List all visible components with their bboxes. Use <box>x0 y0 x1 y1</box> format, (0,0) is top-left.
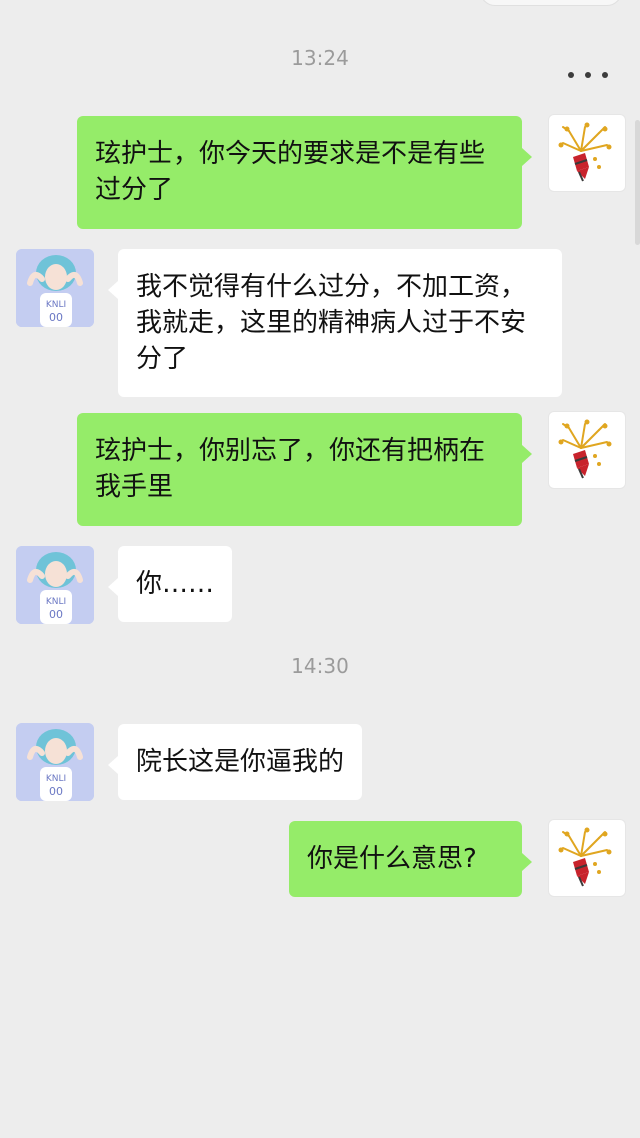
top-pill-button[interactable] <box>480 0 622 6</box>
my-avatar[interactable] <box>548 411 626 489</box>
contact-avatar[interactable]: KNLI 00 <box>16 249 94 327</box>
timestamp: 14:30 <box>291 654 349 678</box>
svg-text:00: 00 <box>49 311 63 324</box>
my-avatar[interactable] <box>548 819 626 897</box>
girl-photo-avatar: KNLI 00 <box>16 723 94 801</box>
message-text: 院长这是你逼我的 <box>136 747 345 777</box>
girl-photo-avatar: KNLI 00 <box>16 249 94 327</box>
my-avatar[interactable] <box>548 114 626 192</box>
message-bubble-received[interactable]: 院长这是你逼我的 <box>107 724 363 800</box>
svg-text:KNLI: KNLI <box>46 597 66 607</box>
message-bubble-received[interactable]: 你…… <box>107 546 233 622</box>
firework-avatar-icon <box>558 827 612 887</box>
firework-avatar-icon <box>558 122 612 182</box>
message-text: 你是什么意思? <box>307 844 477 874</box>
contact-avatar[interactable]: KNLI 00 <box>16 723 94 801</box>
dot <box>568 72 574 78</box>
girl-photo-avatar: KNLI 00 <box>16 546 94 624</box>
svg-text:KNLI: KNLI <box>46 300 66 310</box>
contact-avatar[interactable]: KNLI 00 <box>16 546 94 624</box>
message-bubble-received[interactable]: 我不觉得有什么过分，不加工资，我就走，这里的精神病人过于不安分了 <box>108 249 562 397</box>
message-bubble-sent[interactable]: 你是什么意思? <box>289 821 532 897</box>
scrollbar-thumb[interactable] <box>635 120 640 245</box>
message-text: 玹护士，你今天的要求是不是有些过分了 <box>95 139 486 205</box>
svg-text:KNLI: KNLI <box>46 774 66 784</box>
message-text: 玹护士，你别忘了，你还有把柄在我手里 <box>95 436 486 502</box>
message-bubble-sent[interactable]: 玹护士，你别忘了，你还有把柄在我手里 <box>77 413 532 526</box>
svg-text:00: 00 <box>49 608 63 621</box>
svg-text:00: 00 <box>49 785 63 798</box>
message-text: 你…… <box>136 569 215 599</box>
timestamp: 13:24 <box>291 46 349 70</box>
firework-avatar-icon <box>558 419 612 479</box>
dot <box>602 72 608 78</box>
dot <box>585 72 591 78</box>
message-text: 我不觉得有什么过分，不加工资，我就走，这里的精神病人过于不安分了 <box>136 272 527 374</box>
message-bubble-sent[interactable]: 玹护士，你今天的要求是不是有些过分了 <box>77 116 532 229</box>
